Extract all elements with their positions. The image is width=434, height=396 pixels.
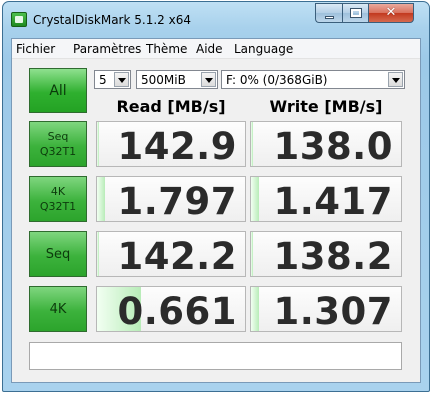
test-size-value: 500MiB	[141, 73, 186, 87]
test-seq-button[interactable]: Seq	[29, 231, 87, 277]
title-bar[interactable]: CrystalDiskMark 5.1.2 x64 ✕	[3, 2, 429, 38]
read-value: 142.2	[117, 235, 237, 277]
test-4k-button[interactable]: 4K	[29, 286, 87, 332]
write-progress-bar	[251, 122, 253, 166]
chevron-down-icon	[388, 72, 403, 87]
read-value: 0.661	[117, 290, 237, 332]
test-4k-q32t1-button[interactable]: 4K Q32T1	[29, 176, 87, 222]
row-label-line2: Q32T1	[39, 200, 77, 213]
minimize-button[interactable]	[315, 3, 342, 23]
write-result-4k: 1.307	[250, 286, 402, 332]
all-button[interactable]: All	[29, 68, 87, 113]
read-result-4k-q32t1: 1.797	[96, 176, 246, 222]
menu-fichier[interactable]: Fichier	[16, 42, 55, 56]
write-value: 138.2	[273, 235, 393, 277]
chevron-down-icon	[114, 72, 129, 87]
read-progress-bar	[97, 232, 99, 276]
read-value: 142.9	[117, 125, 237, 167]
row-label-line1: Seq	[47, 130, 69, 143]
menu-bar: Fichier Paramètres Thème Aide Language	[12, 39, 420, 59]
write-result-seq: 138.2	[250, 231, 402, 277]
write-value: 1.417	[273, 180, 393, 222]
write-result-seq-q32t1: 138.0	[250, 121, 402, 167]
drive-select[interactable]: F: 0% (0/368GiB)	[221, 70, 405, 89]
row-label-line2: Q32T1	[39, 145, 77, 158]
write-progress-bar	[251, 287, 259, 331]
drive-value: F: 0% (0/368GiB)	[226, 73, 328, 87]
test-count-value: 5	[99, 73, 107, 87]
write-value: 138.0	[273, 125, 393, 167]
menu-theme[interactable]: Thème	[146, 42, 187, 56]
read-result-seq: 142.2	[96, 231, 246, 277]
client-area: Fichier Paramètres Thème Aide Language A…	[11, 38, 421, 383]
chevron-down-icon	[201, 72, 216, 87]
read-column-header: Read [MB/s]	[116, 97, 226, 116]
read-result-seq-q32t1: 142.9	[96, 121, 246, 167]
window-title: CrystalDiskMark 5.1.2 x64	[33, 13, 191, 27]
write-result-4k-q32t1: 1.417	[250, 176, 402, 222]
test-size-select[interactable]: 500MiB	[136, 70, 218, 89]
read-progress-bar	[97, 122, 99, 166]
row-label-line1: 4K	[49, 301, 67, 317]
write-column-header: Write [MB/s]	[269, 97, 383, 116]
comment-box[interactable]	[29, 342, 402, 370]
menu-aide[interactable]: Aide	[196, 42, 223, 56]
maximize-icon	[350, 8, 362, 18]
minimize-icon	[325, 16, 334, 19]
read-value: 1.797	[117, 180, 237, 222]
app-icon	[11, 12, 27, 27]
menu-parametres[interactable]: Paramètres	[73, 42, 141, 56]
app-window: CrystalDiskMark 5.1.2 x64 ✕ Fichier Para…	[2, 1, 430, 392]
maximize-button[interactable]	[342, 3, 368, 23]
write-progress-bar	[251, 232, 253, 276]
write-progress-bar	[251, 177, 259, 221]
row-label-line1: 4K	[50, 185, 66, 198]
read-progress-bar	[97, 177, 106, 221]
row-label-line1: Seq	[45, 246, 71, 262]
menu-language[interactable]: Language	[234, 42, 293, 56]
write-value: 1.307	[273, 290, 393, 332]
read-result-4k: 0.661	[96, 286, 246, 332]
close-icon: ✕	[385, 5, 397, 20]
test-seq-q32t1-button[interactable]: Seq Q32T1	[29, 121, 87, 167]
test-count-select[interactable]: 5	[94, 70, 131, 89]
close-button[interactable]: ✕	[368, 3, 414, 23]
